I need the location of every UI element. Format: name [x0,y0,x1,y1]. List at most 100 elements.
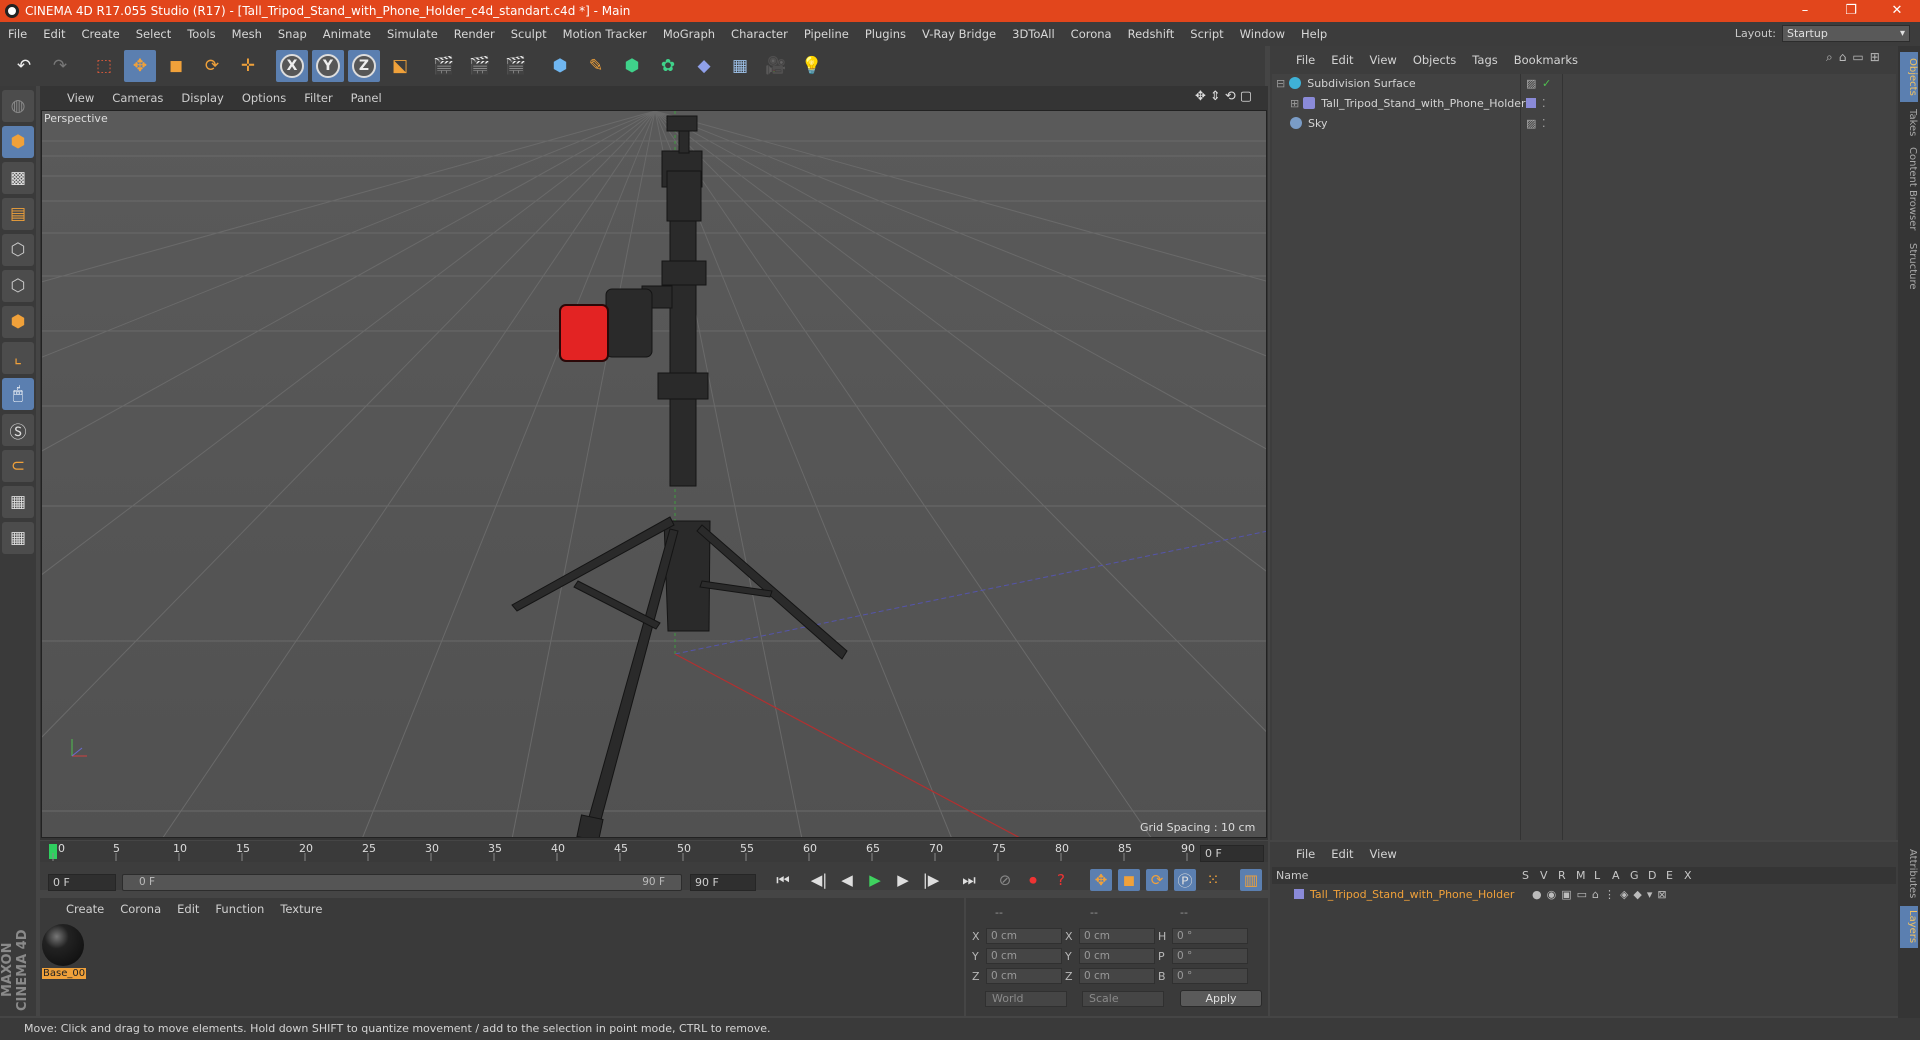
object-row-tripod[interactable]: ⊞ Tall_Tripod_Stand_with_Phone_Holder ⁚ [1272,93,1896,113]
layers-menu-edit[interactable]: Edit [1323,847,1361,861]
menu-edit[interactable]: Edit [35,27,73,41]
viewport-menu-display[interactable]: Display [172,91,232,105]
next-key-icon[interactable]: |▶ [920,869,942,891]
menu-3dtoall[interactable]: 3DToAll [1004,27,1063,41]
workplane-lock-icon[interactable]: ▦ [2,486,34,518]
viewport-menu-panel[interactable]: Panel [342,91,391,105]
enabled-check-icon[interactable]: ✓ [1542,77,1551,90]
collapse-toggle-icon[interactable]: ⊟ [1276,77,1285,90]
layer-tag-icon[interactable]: ▨ [1526,117,1536,130]
last-tool-icon[interactable]: ✛ [232,50,264,82]
expand-toggle-icon[interactable]: ⊞ [1290,97,1299,110]
key-rotation-icon[interactable]: ⟳ [1146,869,1168,891]
viewport-menu-filter[interactable]: Filter [295,91,341,105]
previous-key-icon[interactable]: ◀| [808,869,830,891]
model-mode-icon[interactable]: ⬢ [2,126,34,158]
tweak-mode-icon[interactable]: 🖱 [2,378,34,410]
layers-menu-view[interactable]: View [1362,847,1405,861]
rotation-p-field[interactable]: 0 ° [1172,948,1248,964]
rotate-tool-icon[interactable]: ⟳ [196,50,228,82]
menu-script[interactable]: Script [1182,27,1231,41]
tab-attributes[interactable]: Attributes [1900,846,1918,902]
tab-content-browser[interactable]: Content Browser [1900,146,1918,232]
layer-color-icon[interactable] [1526,98,1536,108]
subdivision-generator-icon[interactable]: ⬢ [616,50,648,82]
cube-object-icon[interactable]: ⬢ [544,50,576,82]
menu-window[interactable]: Window [1232,27,1293,41]
undo-icon[interactable]: ↶ [8,50,40,82]
coord-scale-dropdown[interactable]: Scale [1082,991,1164,1007]
menu-sculpt[interactable]: Sculpt [503,27,555,41]
menu-motion-tracker[interactable]: Motion Tracker [555,27,655,41]
workplane-rotate-icon[interactable]: ▦ [2,522,34,554]
edges-mode-icon[interactable]: ⬡ [2,270,34,302]
goto-end-icon[interactable]: ⏭ [958,869,980,891]
objects-menu-view[interactable]: View [1362,53,1405,67]
key-position-icon[interactable]: ✥ [1090,869,1112,891]
points-mode-icon[interactable]: ⬡ [2,234,34,266]
play-icon[interactable]: ▶ [864,869,886,891]
previous-frame-icon[interactable]: ◀ [836,869,858,891]
expand-icon[interactable]: ⊞ [1870,50,1880,65]
solo-mode-icon[interactable]: Ⓢ [2,414,34,446]
menu-vray-bridge[interactable]: V-Ray Bridge [914,27,1004,41]
rotation-h-field[interactable]: 0 ° [1172,928,1248,944]
key-pla-icon[interactable]: ⁙ [1202,869,1224,891]
size-z-field[interactable]: 0 cm [1079,968,1155,984]
material-menu-texture[interactable]: Texture [272,902,330,916]
tab-layers[interactable]: Layers [1900,906,1918,948]
workplane-mode-icon[interactable]: ▤ [2,198,34,230]
pan-view-icon[interactable]: ✥ [1195,89,1206,104]
visibility-dots-icon[interactable]: ⁚ [1542,117,1546,130]
menu-plugins[interactable]: Plugins [857,27,914,41]
menu-simulate[interactable]: Simulate [379,27,446,41]
visibility-dots-icon[interactable]: ⁚ [1542,97,1546,110]
material-menu-create[interactable]: Create [58,902,112,916]
objects-menu-bookmarks[interactable]: Bookmarks [1506,53,1586,67]
menu-render[interactable]: Render [446,27,503,41]
menu-help[interactable]: Help [1293,27,1335,41]
tab-objects[interactable]: Objects [1900,52,1918,102]
texture-mode-icon[interactable]: ▩ [2,162,34,194]
menu-file[interactable]: File [0,27,35,41]
apply-button[interactable]: Apply [1180,990,1262,1007]
end-frame-field[interactable]: 90 F [690,874,756,891]
viewport-menu-cameras[interactable]: Cameras [103,91,172,105]
menu-select[interactable]: Select [128,27,179,41]
menu-mograph[interactable]: MoGraph [655,27,723,41]
deformer-icon[interactable]: ◆ [688,50,720,82]
new-view-icon[interactable]: ▭ [1852,50,1863,65]
layer-toggle-icons[interactable]: ●◉▣▭⌂⋮◈◆▾⊠ [1532,888,1672,901]
coordinate-system-icon[interactable]: ⬕ [384,50,416,82]
size-y-field[interactable]: 0 cm [1079,948,1155,964]
floor-scene-icon[interactable]: ▦ [724,50,756,82]
frame-range-slider[interactable]: 0 F 90 F [122,874,682,891]
mograph-cloner-icon[interactable]: ✿ [652,50,684,82]
minimize-button[interactable]: – [1782,0,1828,22]
axis-mode-icon[interactable]: ⌞ [2,342,34,374]
timeline-window-icon[interactable]: ▥ [1240,869,1262,891]
render-settings-icon[interactable]: 🎬 [500,50,532,82]
key-scale-icon[interactable]: ◼ [1118,869,1140,891]
viewport-menu-view[interactable]: View [58,91,103,105]
position-z-field[interactable]: 0 cm [986,968,1062,984]
layout-dropdown[interactable]: Startup [1782,25,1910,42]
rotate-view-icon[interactable]: ⟲ [1225,89,1236,104]
goto-start-icon[interactable]: ⏮ [772,869,794,891]
objects-menu-edit[interactable]: Edit [1323,53,1361,67]
live-selection-icon[interactable]: ⬚ [88,50,120,82]
close-button[interactable]: ✕ [1874,0,1920,22]
camera-icon[interactable]: 🎥 [760,50,792,82]
menu-tools[interactable]: Tools [179,27,223,41]
key-parameter-icon[interactable]: Ⓟ [1174,869,1196,891]
toggle-layout-icon[interactable]: ▢ [1240,89,1252,104]
x-axis-lock-icon[interactable]: X [276,50,308,82]
render-picture-viewer-icon[interactable]: 🎬 [464,50,496,82]
object-row-subdivision-surface[interactable]: ⊟ Subdivision Surface ▨ ✓ [1272,73,1896,93]
keyframe-selection-icon[interactable]: ? [1050,869,1072,891]
position-y-field[interactable]: 0 cm [986,948,1062,964]
make-editable-icon[interactable]: ◍ [2,90,34,122]
render-view-icon[interactable]: 🎬 [428,50,460,82]
material-menu-function[interactable]: Function [207,902,272,916]
z-axis-lock-icon[interactable]: Z [348,50,380,82]
